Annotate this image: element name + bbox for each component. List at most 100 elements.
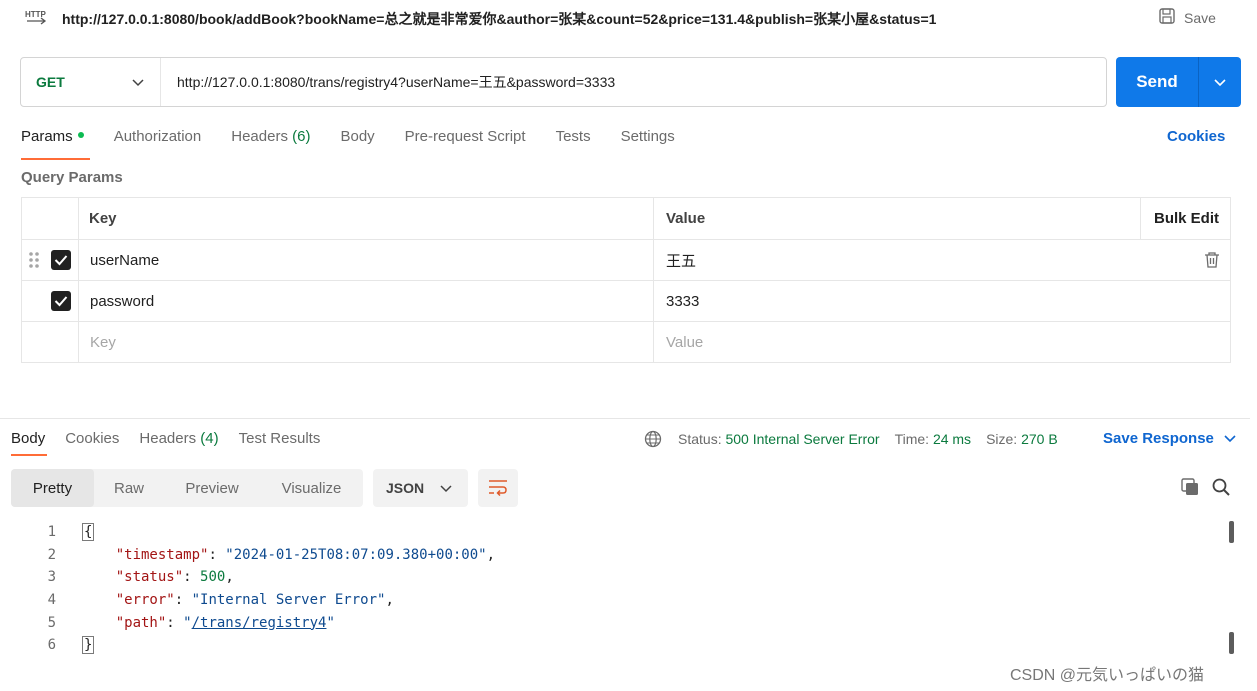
tab-response-headers-label: Headers	[139, 430, 197, 447]
code-line: 3 "status": 500,	[0, 566, 1225, 589]
open-brace: {	[82, 523, 95, 542]
tab-headers-label: Headers	[231, 128, 288, 145]
line-number: 2	[47, 546, 56, 563]
row-checkbox[interactable]	[51, 250, 71, 270]
tab-response-headers-count: (4)	[200, 430, 219, 447]
column-header-value: Value	[666, 210, 706, 227]
format-label: JSON	[386, 480, 425, 496]
close-brace: }	[82, 636, 95, 655]
tab-settings[interactable]: Settings	[621, 128, 675, 158]
pane-divider[interactable]	[0, 418, 1250, 419]
tab-params[interactable]: Params	[21, 128, 90, 160]
url-bar[interactable]: GET http://127.0.0.1:8080/trans/registry…	[20, 57, 1107, 107]
table-header-row: Key Value Bulk Edit	[22, 198, 1230, 240]
time-label: Time:	[894, 431, 930, 447]
svg-text:HTTP: HTTP	[25, 10, 47, 19]
wrap-lines-button[interactable]	[478, 469, 518, 507]
watermark: CSDN @元気いっぱいの猫	[1010, 667, 1205, 684]
chevron-down-icon	[440, 480, 452, 496]
param-key[interactable]: password	[90, 281, 154, 321]
save-icon	[1158, 7, 1176, 28]
copy-icon[interactable]	[1180, 477, 1200, 500]
new-key-input[interactable]: Key	[90, 322, 116, 363]
json-key: "path"	[115, 614, 167, 631]
search-icon[interactable]	[1211, 477, 1231, 500]
line-number: 4	[47, 592, 56, 609]
tab-authorization[interactable]: Authorization	[114, 128, 202, 158]
time-value[interactable]: 24 ms	[933, 431, 971, 447]
view-pretty[interactable]: Pretty	[11, 469, 94, 507]
line-number: 6	[47, 637, 56, 654]
tab-response-headers[interactable]: Headers (4)	[139, 430, 218, 447]
save-response-label: Save Response	[1103, 430, 1214, 447]
format-select[interactable]: JSON	[373, 469, 468, 507]
check-icon	[54, 296, 68, 307]
table-row-new: Key Value	[22, 322, 1230, 363]
view-preview[interactable]: Preview	[164, 469, 260, 507]
tab-prerequest-script[interactable]: Pre-request Script	[405, 128, 526, 158]
tab-test-results[interactable]: Test Results	[239, 430, 321, 447]
globe-icon[interactable]	[644, 430, 662, 448]
http-icon: HTTP	[24, 8, 48, 26]
response-tabs: Body Cookies Headers (4) Test Results	[11, 430, 340, 456]
json-key: "status"	[115, 569, 184, 586]
trash-icon[interactable]	[1204, 240, 1220, 280]
query-params-title: Query Params	[21, 169, 123, 186]
method-label: GET	[36, 74, 65, 90]
bulk-edit-button[interactable]: Bulk Edit	[1154, 198, 1219, 239]
send-button[interactable]: Send	[1116, 57, 1199, 107]
code-line: 6 }	[0, 634, 1225, 657]
save-label: Save	[1184, 9, 1216, 26]
column-header-key: Key	[89, 210, 117, 227]
response-status-bar: Status: 500 Internal Server Error Time: …	[644, 430, 1058, 448]
request-tabs: Params Authorization Headers (6) Body Pr…	[21, 128, 705, 160]
chevron-down-icon	[1214, 74, 1226, 90]
tab-response-cookies[interactable]: Cookies	[65, 430, 119, 447]
url-input[interactable]: http://127.0.0.1:8080/trans/registry4?us…	[161, 72, 615, 92]
code-line: 4 "error": "Internal Server Error",	[0, 589, 1225, 612]
send-button-group: Send	[1116, 57, 1241, 107]
param-value[interactable]: 王五	[666, 240, 696, 280]
json-key: "error"	[115, 592, 175, 609]
json-key: "timestamp"	[115, 546, 209, 563]
params-indicator-dot	[77, 132, 84, 138]
row-checkbox[interactable]	[51, 291, 71, 311]
table-row: password 3333	[22, 281, 1230, 322]
view-raw[interactable]: Raw	[94, 469, 164, 507]
status-label: Status:	[678, 431, 722, 447]
cookies-link[interactable]: Cookies	[1167, 128, 1225, 145]
drag-handle-icon[interactable]	[28, 240, 40, 280]
query-params-table: Key Value Bulk Edit userName 王五 password…	[21, 197, 1231, 363]
view-mode-toggle: Pretty Raw Preview Visualize	[11, 469, 363, 507]
response-body-code[interactable]: 1 { 2 "timestamp": "2024-01-25T08:07:09.…	[0, 521, 1225, 657]
chevron-down-icon	[1224, 430, 1236, 447]
view-visualize[interactable]: Visualize	[260, 469, 363, 507]
size-value[interactable]: 270 B	[1021, 431, 1058, 447]
tab-params-label: Params	[21, 128, 73, 145]
code-line: 2 "timestamp": "2024-01-25T08:07:09.380+…	[0, 544, 1225, 567]
tab-headers[interactable]: Headers (6)	[231, 128, 310, 158]
check-icon	[54, 255, 68, 266]
param-value[interactable]: 3333	[666, 281, 699, 321]
tab-response-body[interactable]: Body	[11, 430, 48, 456]
method-select[interactable]: GET	[21, 58, 161, 106]
param-key[interactable]: userName	[90, 240, 159, 280]
save-button[interactable]: Save	[1158, 7, 1216, 28]
wrap-lines-icon	[488, 478, 508, 499]
tab-tests[interactable]: Tests	[556, 128, 591, 158]
code-scrollbar[interactable]	[1229, 521, 1237, 661]
save-response-button[interactable]: Save Response	[1103, 430, 1236, 447]
table-row: userName 王五	[22, 240, 1230, 281]
tab-body[interactable]: Body	[340, 128, 374, 158]
line-number: 1	[47, 524, 56, 541]
size-label: Size:	[986, 431, 1018, 447]
new-value-input[interactable]: Value	[666, 322, 703, 363]
status-value[interactable]: 500 Internal Server Error	[725, 431, 879, 447]
json-value: "Internal Server Error"	[191, 592, 386, 609]
send-options-button[interactable]	[1199, 57, 1241, 107]
json-value: "2024-01-25T08:07:09.380+00:00"	[225, 546, 487, 563]
code-line: 1 {	[0, 521, 1225, 544]
line-number: 5	[47, 614, 56, 631]
json-path-link[interactable]: /trans/registry4	[192, 615, 327, 631]
json-value: 500	[200, 569, 226, 586]
